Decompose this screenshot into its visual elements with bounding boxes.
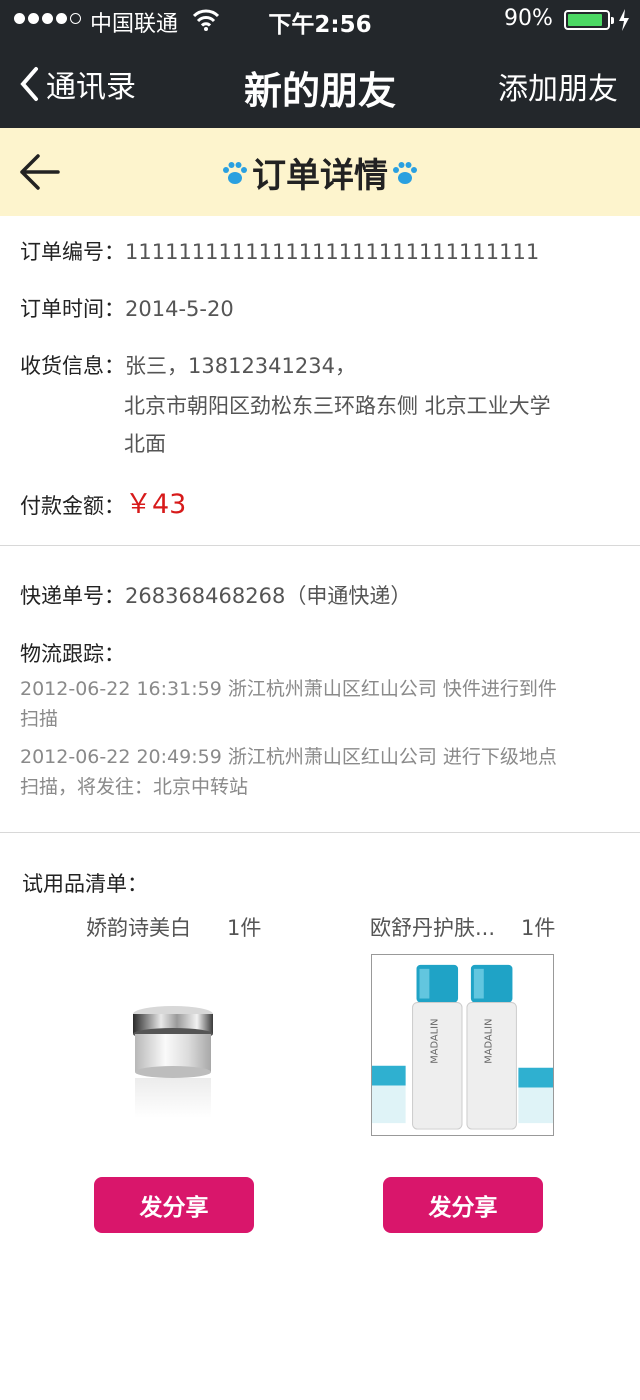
shipping-info-row: 收货信息：张三，13812341234， bbox=[20, 350, 356, 380]
page-title: 订单详情 bbox=[252, 156, 388, 196]
shipping-label: 收货信息： bbox=[20, 354, 125, 378]
order-number-row: 订单编号：1111111111111111111111111111111 bbox=[20, 236, 539, 266]
shipping-contact: 张三，13812341234， bbox=[125, 354, 356, 378]
product-name: 欧舒丹护肤... bbox=[370, 916, 496, 940]
battery-icon bbox=[564, 10, 614, 30]
shipping-address-line: 北京市朝阳区劲松东三环路东侧 北京工业大学 bbox=[124, 394, 551, 418]
payment-row: 付款金额：￥43 bbox=[20, 482, 186, 521]
tracking-label: 快递单号： bbox=[20, 584, 125, 608]
logistics-entry-line: 2012-06-22 20:49:59 浙江杭州萧山区红山公司 进行下级地点 bbox=[20, 746, 557, 768]
battery-percent: 90% bbox=[504, 6, 553, 31]
divider bbox=[0, 832, 640, 833]
tracking-row: 快递单号：268368468268（申通快递） bbox=[20, 580, 411, 610]
svg-text:MADALIN: MADALIN bbox=[484, 1019, 495, 1064]
order-detail-header: 订单详情 bbox=[0, 128, 640, 216]
order-time-label: 订单时间： bbox=[20, 297, 125, 321]
share-button[interactable]: 发分享 bbox=[383, 1177, 543, 1233]
top-bar: 中国联通 下午2:56 90% 通讯录 新的朋友 添加朋友 bbox=[0, 0, 640, 128]
tracking-value: 268368468268（申通快递） bbox=[125, 584, 412, 608]
order-time-value: 2014-5-20 bbox=[125, 297, 234, 321]
share-button[interactable]: 发分享 bbox=[94, 1177, 254, 1233]
product-name: 娇韵诗美白 bbox=[86, 916, 191, 940]
logistics-entry: 2012-06-22 20:49:59 浙江杭州萧山区红山公司 进行下级地点 扫… bbox=[20, 742, 580, 802]
status-bar: 中国联通 下午2:56 90% bbox=[0, 0, 640, 40]
svg-text:MADALIN: MADALIN bbox=[429, 1019, 440, 1064]
logistics-entry-line: 2012-06-22 16:31:59 浙江杭州萧山区红山公司 快件进行到件 bbox=[20, 678, 557, 700]
payment-amount: ￥43 bbox=[125, 489, 187, 520]
navigation-bar: 通讯录 新的朋友 添加朋友 bbox=[0, 40, 640, 128]
order-time-row: 订单时间：2014-5-20 bbox=[20, 293, 234, 323]
shipping-address-line: 北面 bbox=[124, 432, 166, 456]
divider bbox=[0, 545, 640, 546]
logistics-entry: 2012-06-22 16:31:59 浙江杭州萧山区红山公司 快件进行到件 扫… bbox=[20, 674, 580, 734]
paw-icon bbox=[223, 161, 247, 184]
payment-label: 付款金额： bbox=[20, 494, 125, 518]
logistics-entry-line: 扫描，将发往：北京中转站 bbox=[20, 776, 249, 798]
product-image-skincare-set[interactable]: MADALIN MADALIN bbox=[371, 954, 554, 1136]
charging-icon bbox=[619, 9, 629, 31]
samples-title: 试用品清单： bbox=[22, 872, 148, 896]
add-friend-button[interactable]: 添加朋友 bbox=[498, 64, 618, 108]
order-number-label: 订单编号： bbox=[20, 240, 125, 264]
order-number-value: 1111111111111111111111111111111 bbox=[125, 240, 540, 264]
product-quantity: 1件 bbox=[521, 916, 556, 940]
logistics-label: 物流跟踪： bbox=[20, 642, 125, 666]
product-image-cream-jar[interactable] bbox=[108, 970, 238, 1130]
logistics-entry-line: 扫描 bbox=[20, 708, 59, 730]
product-quantity: 1件 bbox=[227, 916, 262, 940]
paw-icon bbox=[393, 161, 417, 184]
